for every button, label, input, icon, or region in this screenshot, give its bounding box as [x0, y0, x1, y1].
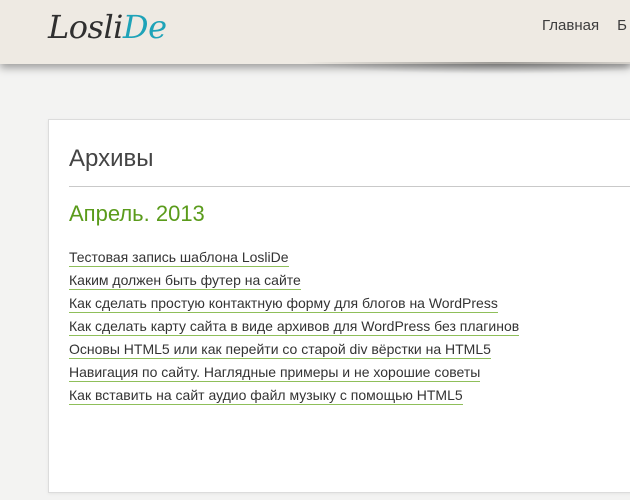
- page-title: Архивы: [69, 145, 154, 172]
- logo-text-main: Losli: [48, 8, 123, 46]
- logo-text-accent: De: [122, 8, 167, 46]
- archive-card: Архивы Апрель. 2013 Тестовая запись шабл…: [48, 119, 630, 493]
- list-item: Основы HTML5 или как перейти со старой d…: [69, 339, 519, 362]
- list-item: Каким должен быть футер на сайте: [69, 270, 519, 293]
- post-list: Тестовая запись шаблона LosliDe Каким до…: [69, 247, 520, 408]
- post-link[interactable]: Как вставить на сайт аудио файл музыку с…: [69, 387, 463, 405]
- post-link[interactable]: Как сделать простую контактную форму для…: [69, 295, 498, 313]
- month-heading: Апрель. 2013: [69, 201, 205, 226]
- post-link[interactable]: Навигация по сайту. Наглядные примеры и …: [69, 364, 481, 382]
- list-item: Тестовая запись шаблона LosliDe: [69, 247, 519, 270]
- nav-item-next[interactable]: Б: [617, 17, 627, 34]
- post-link[interactable]: Основы HTML5 или как перейти со старой d…: [69, 341, 491, 359]
- post-link[interactable]: Каким должен быть футер на сайте: [69, 272, 301, 290]
- main-nav: Главная Б: [542, 17, 627, 34]
- header-shadow: [300, 62, 630, 74]
- site-header: LosliDe Главная Б: [0, 0, 630, 64]
- list-item: Навигация по сайту. Наглядные примеры и …: [69, 362, 519, 385]
- list-item: Как вставить на сайт аудио файл музыку с…: [69, 385, 519, 408]
- title-divider: [69, 186, 630, 187]
- post-link[interactable]: Как сделать карту сайта в виде архивов д…: [69, 318, 520, 336]
- site-logo[interactable]: LosliDe: [48, 8, 167, 46]
- post-link[interactable]: Тестовая запись шаблона LosliDe: [69, 249, 289, 267]
- nav-item-home[interactable]: Главная: [542, 17, 599, 34]
- list-item: Как сделать простую контактную форму для…: [69, 293, 519, 316]
- list-item: Как сделать карту сайта в виде архивов д…: [69, 316, 520, 339]
